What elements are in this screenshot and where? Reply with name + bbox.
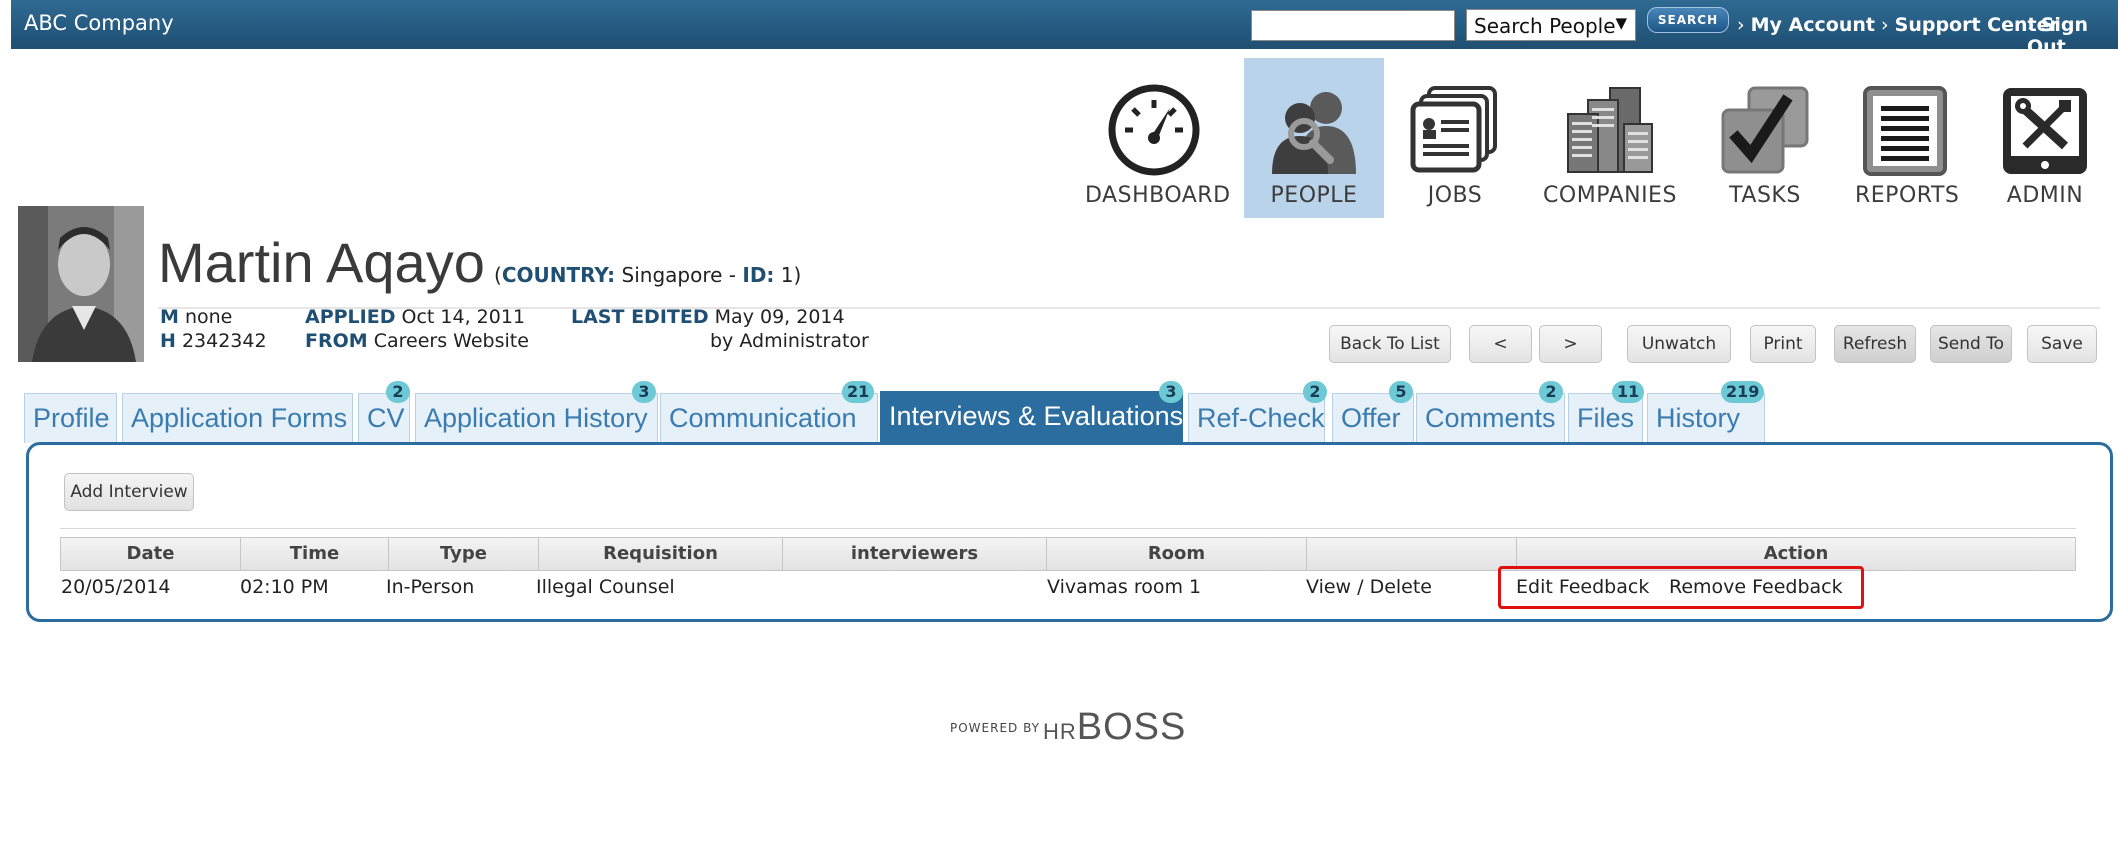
send-to-button[interactable]: Send To: [1930, 325, 2012, 363]
admin-tools-icon: [2003, 88, 2087, 174]
tab-application-history-count-badge: 3: [632, 381, 656, 403]
last-edited-field: LAST EDITED May 09, 2014: [571, 306, 845, 328]
view-delete-link[interactable]: View / Delete: [1306, 576, 1432, 598]
feedback-actions-highlight: [1498, 566, 1864, 609]
mobile-field: M none: [160, 306, 233, 328]
dropdown-arrow-icon: ▼: [1615, 14, 1627, 32]
cell-room: Vivamas room 1: [1047, 576, 1202, 598]
sign-out-link[interactable]: › Sign Out: [2027, 14, 2118, 58]
candidate-photo: [18, 206, 144, 362]
nav-label: PEOPLE: [1270, 183, 1358, 208]
nav-label: DASHBOARD: [1085, 183, 1231, 208]
reports-icon: [1863, 86, 1947, 176]
nav-tasks[interactable]: TASKS: [1715, 58, 1815, 218]
table-top-divider: [60, 528, 2076, 529]
candidate-name: Martin Aqayo: [158, 231, 485, 294]
add-interview-button[interactable]: Add Interview: [64, 473, 194, 511]
cell-type: In-Person: [386, 576, 475, 598]
tab-interviews-evaluations[interactable]: Interviews & Evaluations: [880, 391, 1183, 443]
column-header-interviewers: interviewers: [783, 538, 1047, 570]
tab-profile[interactable]: Profile: [24, 393, 117, 443]
nav-label: JOBS: [1427, 183, 1483, 208]
column-header-time: Time: [241, 538, 389, 570]
tab-files-count-badge: 11: [1612, 381, 1645, 403]
tab-communication-count-badge: 21: [842, 381, 875, 403]
nav-people[interactable]: PEOPLE: [1244, 58, 1384, 218]
next-button[interactable]: >: [1539, 325, 1602, 363]
hrboss-logo: HRBOSS: [1043, 706, 1187, 748]
home-phone-field: H 2342342: [160, 330, 267, 352]
print-button[interactable]: Print: [1750, 325, 1816, 363]
nav-label: REPORTS: [1855, 183, 1960, 208]
companies-icon: [1567, 87, 1653, 173]
link-arrow-icon: ›: [1881, 14, 1895, 36]
search-scope-value: Search People: [1474, 14, 1616, 38]
tasks-icon: [1721, 86, 1809, 174]
nav-admin[interactable]: ADMIN: [1995, 58, 2095, 218]
column-header-room: Room: [1047, 538, 1307, 570]
nav-label: COMPANIES: [1543, 183, 1677, 208]
cell-time: 02:10 PM: [240, 576, 329, 598]
search-button[interactable]: SEARCH: [1647, 7, 1729, 33]
link-arrow-icon: ›: [2027, 14, 2041, 36]
tab-comments-count-badge: 2: [1539, 381, 1563, 403]
nav-dashboard[interactable]: DASHBOARD: [1085, 58, 1231, 218]
save-button[interactable]: Save: [2027, 325, 2097, 363]
nav-label: TASKS: [1729, 183, 1801, 208]
candidate-identifiers: (COUNTRY: Singapore - ID: 1): [494, 263, 802, 287]
tab-offer-count-badge: 5: [1389, 381, 1413, 403]
tab-application-history[interactable]: Application History: [415, 393, 658, 443]
avatar: [18, 206, 144, 362]
top-bar: ABC Company Search People ▼ SEARCH › My …: [11, 0, 2118, 58]
cell-date: 20/05/2014: [61, 576, 171, 598]
column-header-blank: [1307, 538, 1517, 570]
column-header-type: Type: [389, 538, 539, 570]
previous-button[interactable]: <: [1469, 325, 1532, 363]
my-account-link[interactable]: › My Account: [1737, 14, 1875, 36]
search-scope-select[interactable]: Search People ▼: [1466, 9, 1636, 41]
source-field: FROM Careers Website: [305, 330, 529, 352]
unwatch-button[interactable]: Unwatch: [1627, 325, 1731, 363]
nav-reports[interactable]: REPORTS: [1855, 58, 1960, 218]
people-icon: [1272, 92, 1356, 174]
column-header-date: Date: [61, 538, 241, 570]
column-header-requisition: Requisition: [539, 538, 783, 570]
powered-by-text: POWERED BY: [950, 721, 1041, 735]
search-input[interactable]: [1251, 10, 1455, 41]
link-arrow-icon: ›: [1737, 14, 1751, 36]
dashboard-gauge-icon: [1108, 84, 1200, 176]
tab-application-forms[interactable]: Application Forms: [122, 393, 353, 443]
cell-requisition: Illegal Counsel: [536, 576, 675, 598]
edited-by-field: by Administrator: [710, 330, 869, 352]
jobs-icon: [1410, 86, 1497, 173]
tab-interviews-count-badge: 3: [1159, 381, 1183, 403]
tab-ref-check-count-badge: 2: [1303, 381, 1327, 403]
company-name: ABC Company: [24, 11, 174, 35]
applied-field: APPLIED Oct 14, 2011: [305, 306, 526, 328]
nav-jobs[interactable]: JOBS: [1405, 58, 1505, 218]
refresh-button[interactable]: Refresh: [1834, 325, 1916, 363]
nav-label: ADMIN: [2006, 183, 2084, 208]
back-to-list-button[interactable]: Back To List: [1329, 325, 1451, 363]
tab-cv-count-badge: 2: [386, 381, 410, 403]
nav-companies[interactable]: COMPANIES: [1540, 58, 1680, 218]
tab-ref-check[interactable]: Ref-Check: [1188, 393, 1325, 443]
tab-history-count-badge: 219: [1721, 381, 1765, 403]
